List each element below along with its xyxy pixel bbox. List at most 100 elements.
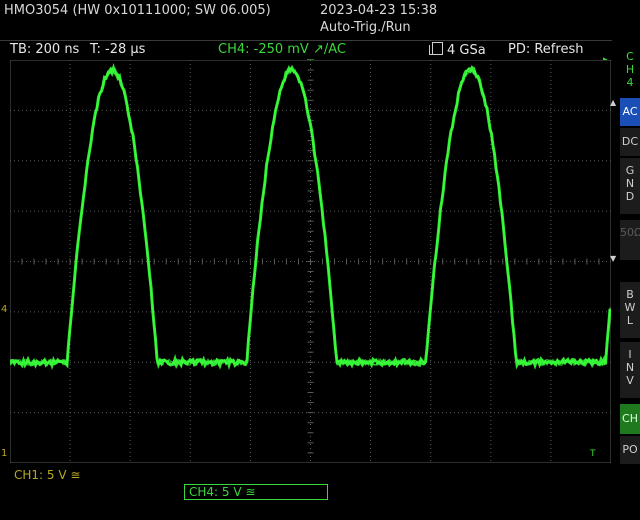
grid-dot bbox=[370, 84, 371, 85]
grid-dot bbox=[574, 412, 575, 413]
grid-dot bbox=[370, 80, 371, 81]
time-reference-marker[interactable]: T bbox=[590, 449, 596, 459]
grid-dot bbox=[550, 184, 551, 185]
grid-dot bbox=[190, 236, 191, 237]
timebase-readout[interactable]: TB: 200 ns bbox=[10, 42, 79, 57]
grid-dot bbox=[458, 160, 459, 161]
coupling-dc-button[interactable]: DC bbox=[620, 128, 640, 156]
grid-dot bbox=[430, 328, 431, 329]
grid-dot bbox=[382, 110, 383, 111]
ch1-scale-readout[interactable]: CH1: 5 V ≅ bbox=[14, 468, 80, 482]
grid-dot bbox=[218, 110, 219, 111]
grid-dot bbox=[598, 160, 599, 161]
grid-dot bbox=[250, 268, 251, 269]
grid-dot bbox=[430, 344, 431, 345]
grid-dot bbox=[58, 412, 59, 413]
grid-dot bbox=[370, 184, 371, 185]
grid-dot bbox=[130, 452, 131, 453]
grid-dot bbox=[550, 332, 551, 333]
grid-dot bbox=[130, 396, 131, 397]
grid-dot bbox=[218, 261, 219, 262]
grid-dot bbox=[162, 261, 163, 262]
grid-dot bbox=[370, 252, 371, 253]
channel-select-button[interactable]: CH bbox=[620, 404, 640, 434]
grid-dot bbox=[130, 444, 131, 445]
position-button[interactable]: PO bbox=[620, 436, 640, 464]
grid-dot bbox=[18, 160, 19, 161]
sample-rate-readout[interactable]: 4 GSa bbox=[432, 42, 486, 58]
grid-dot bbox=[550, 60, 551, 61]
pd-readout[interactable]: PD: Refresh bbox=[508, 42, 583, 57]
grid-dot bbox=[430, 368, 431, 369]
ch1-ground-marker[interactable]: 1 bbox=[1, 448, 7, 459]
grid-dot bbox=[370, 112, 371, 113]
grid-dot bbox=[62, 412, 63, 413]
grid-dot bbox=[534, 110, 535, 111]
grid-dot bbox=[310, 156, 311, 157]
grid-dot bbox=[558, 261, 559, 262]
grid-dot bbox=[490, 324, 491, 325]
grid-dot bbox=[530, 160, 531, 161]
grid-dot bbox=[142, 412, 143, 413]
grid-dot bbox=[430, 440, 431, 441]
grid-dot bbox=[250, 84, 251, 85]
grid-dot bbox=[534, 311, 535, 312]
grid-dot bbox=[370, 372, 371, 373]
grid-dot bbox=[370, 336, 371, 337]
grid-dot bbox=[178, 311, 179, 312]
sample-rate-label: 4 GSa bbox=[447, 43, 486, 58]
grid-dot bbox=[490, 362, 491, 363]
grid-dot bbox=[442, 412, 443, 413]
grid-dot bbox=[70, 440, 71, 441]
grid-dot bbox=[166, 412, 167, 413]
grid-dot bbox=[586, 311, 587, 312]
coupling-ac-button[interactable]: AC bbox=[620, 98, 640, 126]
grid-dot bbox=[70, 136, 71, 137]
grid-dot bbox=[490, 84, 491, 85]
grid-dot bbox=[78, 160, 79, 161]
grid-dot bbox=[238, 160, 239, 161]
grid-dot bbox=[550, 172, 551, 173]
grid-dot bbox=[390, 110, 391, 111]
channel-trigger-readout[interactable]: CH4: -250 mV ↗/AC bbox=[218, 42, 346, 57]
grid-dot bbox=[430, 380, 431, 381]
grid-dot bbox=[430, 104, 431, 105]
grid-dot bbox=[158, 110, 159, 111]
grid-dot bbox=[370, 420, 371, 421]
grid-dot bbox=[90, 311, 91, 312]
scroll-up-icon[interactable]: ▲ bbox=[610, 98, 616, 107]
grid-dot bbox=[302, 110, 303, 111]
ch4-scale-readout[interactable]: CH4: 5 V ≊ bbox=[184, 484, 328, 500]
grid-dot bbox=[430, 216, 431, 217]
grid-dot bbox=[190, 224, 191, 225]
grid-dot bbox=[70, 144, 71, 145]
grid-dot bbox=[550, 188, 551, 189]
grid-dot bbox=[310, 428, 311, 429]
grid-dot bbox=[130, 196, 131, 197]
grid-dot bbox=[250, 110, 251, 111]
grid-dot bbox=[70, 276, 71, 277]
coupling-gnd-button[interactable]: GND bbox=[620, 158, 640, 214]
termination-50-button[interactable]: 50Ω bbox=[620, 220, 640, 260]
grid-dot bbox=[550, 356, 551, 357]
grid-dot bbox=[250, 140, 251, 141]
grid-dot bbox=[426, 211, 427, 212]
grid-dot bbox=[550, 216, 551, 217]
scroll-down-icon[interactable]: ▼ bbox=[610, 254, 616, 263]
grid-dot bbox=[190, 152, 191, 153]
oscilloscope-screen[interactable] bbox=[10, 60, 611, 463]
grid-dot bbox=[190, 460, 191, 461]
grid-dot bbox=[250, 248, 251, 249]
grid-dot bbox=[218, 412, 219, 413]
grid-dot bbox=[414, 412, 415, 413]
sidebar-channel-char: C bbox=[620, 50, 640, 63]
grid-dot bbox=[550, 324, 551, 325]
grid-dot bbox=[238, 311, 239, 312]
bandwidth-limit-button[interactable]: BWL bbox=[620, 282, 640, 338]
invert-button[interactable]: INV bbox=[620, 342, 640, 398]
trigger-time-readout[interactable]: T: -28 µs bbox=[90, 42, 145, 57]
channel-offset-marker[interactable]: 4 bbox=[1, 304, 7, 315]
grid-dot bbox=[130, 240, 131, 241]
grid-dot bbox=[70, 400, 71, 401]
grid-dot bbox=[314, 261, 315, 262]
